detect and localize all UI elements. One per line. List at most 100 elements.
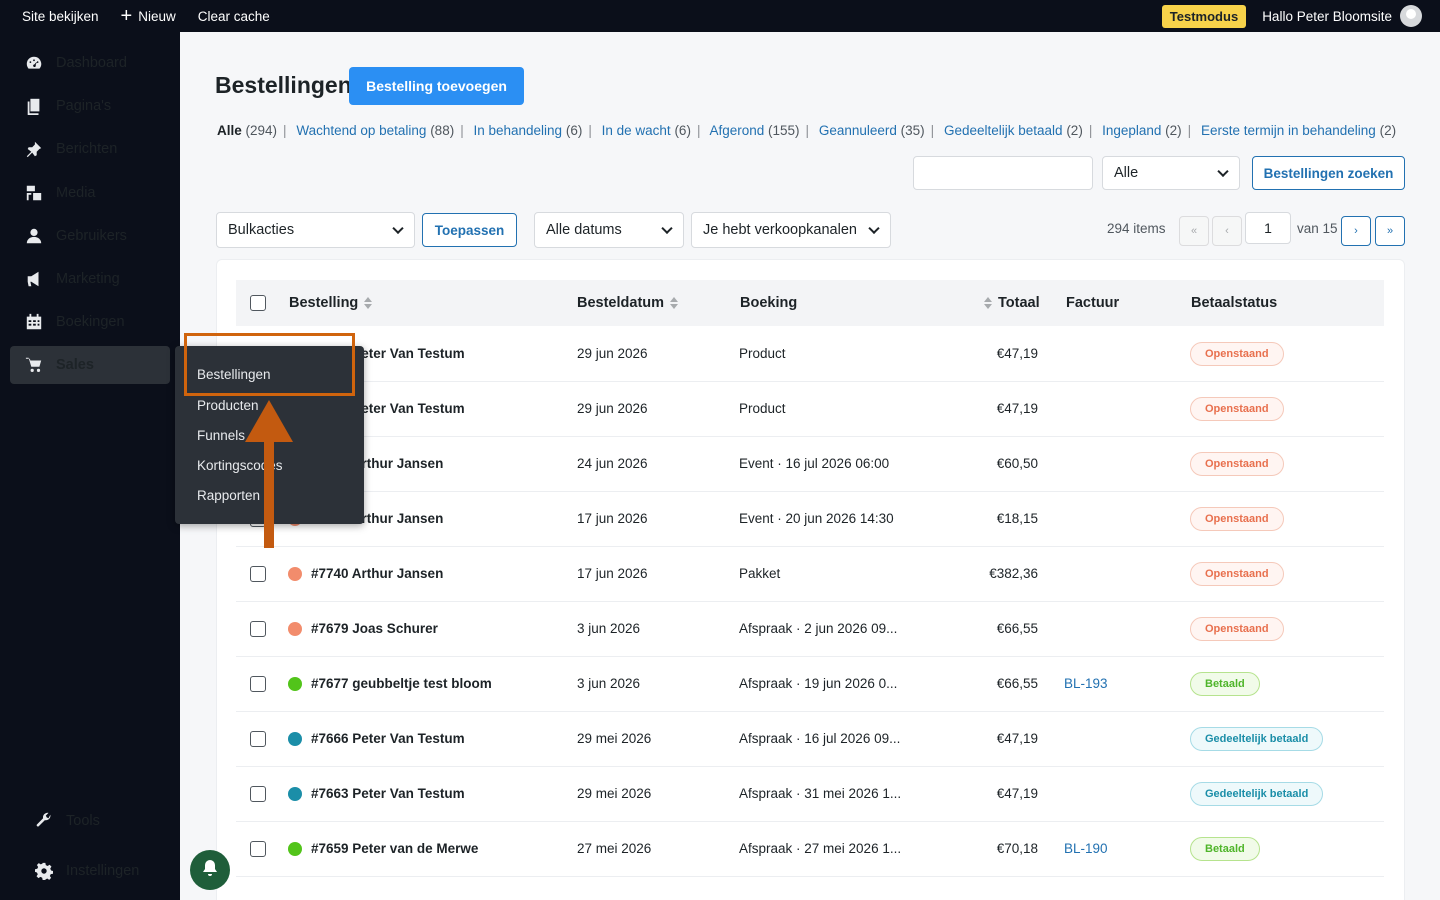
status-badge: Openstaand <box>1190 562 1284 586</box>
invoice-link[interactable]: BL-190 <box>1064 841 1108 856</box>
test-mode-badge[interactable]: Testmodus <box>1161 4 1247 28</box>
filter-awaiting-payment[interactable]: Wachtend op betaling (88) <box>296 123 454 138</box>
last-page-button[interactable]: » <box>1375 216 1405 246</box>
sidebar-item-marketing[interactable]: Marketing <box>10 260 170 298</box>
col-order-date[interactable]: Besteldatum <box>577 295 679 311</box>
status-badge: Openstaand <box>1190 397 1284 421</box>
booking: Afspraak · 16 jul 2026 09... <box>739 731 901 746</box>
booking: Pakket <box>739 566 781 581</box>
account-greeting[interactable]: Hallo Peter Bloomsite <box>1262 9 1392 24</box>
plus-icon: + <box>120 5 133 27</box>
sidebar-item-label: Pagina's <box>56 98 112 114</box>
bulk-actions-select[interactable]: Bulkacties <box>216 212 415 248</box>
order-date: 29 mei 2026 <box>577 786 652 801</box>
chevron-down-icon <box>1217 165 1229 178</box>
sort-icon <box>670 297 679 309</box>
filter-scheduled[interactable]: Ingepland (2) <box>1102 123 1182 138</box>
order-total: €66,55 <box>996 621 1038 636</box>
sidebar-item-bookings[interactable]: Boekingen <box>10 303 170 341</box>
col-payment-status: Betaalstatus <box>1191 295 1278 311</box>
filter-partially-paid[interactable]: Gedeeltelijk betaald (2) <box>944 123 1083 138</box>
row-checkbox[interactable] <box>250 566 266 582</box>
row-checkbox[interactable] <box>250 676 266 692</box>
status-badge: Gedeeltelijk betaald <box>1190 782 1324 806</box>
order-date: 17 jun 2026 <box>577 566 648 581</box>
booking: Product <box>739 346 786 361</box>
sidebar-item-pages[interactable]: Pagina's <box>10 87 170 125</box>
order-link[interactable]: #7659 Peter van de Merwe <box>311 841 478 856</box>
sidebar-item-tools[interactable]: Tools <box>20 802 180 840</box>
filter-on-hold[interactable]: In de wacht (6) <box>602 123 691 138</box>
status-badge: Openstaand <box>1190 507 1284 531</box>
new-menu[interactable]: + Nieuw <box>121 6 176 26</box>
annotation-arrow-head <box>245 400 293 442</box>
page-title: Bestellingen <box>215 72 352 98</box>
clear-cache-link[interactable]: Clear cache <box>198 9 270 24</box>
col-total[interactable]: Totaal <box>984 295 1040 311</box>
status-dot <box>288 622 302 636</box>
row-checkbox[interactable] <box>250 731 266 747</box>
submenu-reports[interactable]: Rapporten <box>197 488 260 503</box>
booking: Product <box>739 401 786 416</box>
order-link[interactable]: #7740 Arthur Jansen <box>311 566 443 581</box>
add-order-button[interactable]: Bestelling toevoegen <box>349 67 524 105</box>
search-input[interactable] <box>913 156 1093 190</box>
order-total: €47,19 <box>996 731 1038 746</box>
current-page-input[interactable]: 1 <box>1245 212 1291 244</box>
filter-completed[interactable]: Afgerond (155) <box>709 123 799 138</box>
sidebar-item-posts[interactable]: Berichten <box>10 130 170 168</box>
order-link[interactable]: #7677 geubbeltje test bloom <box>311 676 492 691</box>
invoice-link[interactable]: BL-193 <box>1064 676 1108 691</box>
booking: Event · 20 jun 2026 14:30 <box>739 511 894 526</box>
order-date: 29 mei 2026 <box>577 731 652 746</box>
order-link[interactable]: #7666 Peter Van Testum <box>311 731 465 746</box>
notification-bell-button[interactable] <box>190 850 230 890</box>
sidebar-item-label: Berichten <box>56 141 118 157</box>
row-checkbox[interactable] <box>250 841 266 857</box>
order-link[interactable]: #7679 Joas Schurer <box>311 621 438 636</box>
first-page-button[interactable]: « <box>1179 216 1209 246</box>
filter-all[interactable]: Alle (294) <box>217 123 277 138</box>
col-invoice: Factuur <box>1066 295 1120 311</box>
booking: Afspraak · 2 jun 2026 09... <box>739 621 898 636</box>
sidebar-item-settings[interactable]: Instellingen <box>20 852 180 890</box>
booking: Event · 16 jul 2026 06:00 <box>739 456 890 471</box>
apply-button[interactable]: Toepassen <box>422 213 517 247</box>
sort-icon <box>984 297 992 309</box>
sidebar-item-label: Marketing <box>56 271 120 287</box>
view-site-link[interactable]: Site bekijken <box>22 9 99 24</box>
pages-icon <box>24 96 44 116</box>
filter-first-installment[interactable]: Eerste termijn in behandeling (2) <box>1201 123 1396 138</box>
sidebar-item-sales[interactable]: Sales <box>10 346 170 384</box>
row-checkbox[interactable] <box>250 786 266 802</box>
sidebar-item-media[interactable]: Media <box>10 174 170 212</box>
filter-processing[interactable]: In behandeling (6) <box>473 123 582 138</box>
col-order[interactable]: Bestelling <box>289 295 373 311</box>
sales-channel-value: Je hebt verkoopkanalen <box>703 222 857 238</box>
sidebar-item-label: Tools <box>66 813 100 829</box>
order-link[interactable]: #7663 Peter Van Testum <box>311 786 465 801</box>
sort-icon <box>364 297 373 309</box>
dashboard-icon <box>24 53 44 73</box>
sidebar-item-label: Gebruikers <box>56 228 127 244</box>
sidebar-item-label: Media <box>56 185 96 201</box>
filter-cancelled[interactable]: Geannuleerd (35) <box>819 123 925 138</box>
sidebar-item-dashboard[interactable]: Dashboard <box>10 44 170 82</box>
next-page-button[interactable]: › <box>1341 216 1371 246</box>
submenu-funnels[interactable]: Funnels <box>197 428 245 443</box>
status-dot <box>288 567 302 581</box>
prev-page-button[interactable]: ‹ <box>1212 216 1242 246</box>
sales-channel-select[interactable]: Je hebt verkoopkanalen <box>691 212 891 248</box>
avatar[interactable] <box>1400 5 1422 27</box>
search-orders-button[interactable]: Bestellingen zoeken <box>1252 156 1405 190</box>
select-all-checkbox[interactable] <box>250 295 266 311</box>
booking: Afspraak · 27 mei 2026 1... <box>739 841 902 856</box>
order-total: €18,15 <box>996 511 1038 526</box>
status-select[interactable]: Alle <box>1102 156 1240 190</box>
date-filter-select[interactable]: Alle datums <box>534 212 684 248</box>
order-total: €70,18 <box>996 841 1038 856</box>
order-date: 3 jun 2026 <box>577 676 641 691</box>
row-checkbox[interactable] <box>250 621 266 637</box>
sidebar-item-users[interactable]: Gebruikers <box>10 217 170 255</box>
order-total: €382,36 <box>989 566 1038 581</box>
